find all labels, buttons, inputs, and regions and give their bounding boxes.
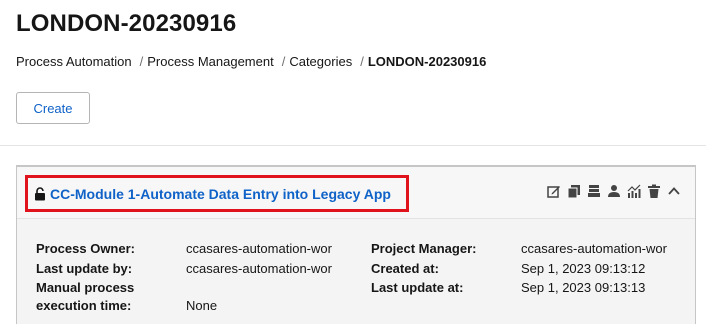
assign-user-icon[interactable] bbox=[606, 183, 621, 198]
field-label-created-at: Created at: bbox=[371, 261, 439, 276]
breadcrumb-separator: / bbox=[281, 54, 286, 69]
field-value-last-update-by: ccasares-automation-wor bbox=[186, 261, 332, 276]
field-value-created-at: Sep 1, 2023 09:13:12 bbox=[521, 261, 646, 276]
process-card-header: CC-Module 1-Automate Data Entry into Leg… bbox=[17, 167, 695, 219]
field-value-project-manager: ccasares-automation-wor bbox=[521, 241, 667, 256]
section-divider bbox=[0, 145, 706, 146]
edit-icon[interactable] bbox=[546, 183, 561, 198]
process-actions bbox=[546, 183, 681, 198]
breadcrumb-item-process-automation[interactable]: Process Automation bbox=[16, 54, 132, 69]
process-details: Process Owner: ccasares-automation-wor L… bbox=[17, 219, 695, 324]
breadcrumb-item-current: LONDON-20230916 bbox=[367, 54, 487, 69]
process-title-highlight: CC-Module 1-Automate Data Entry into Leg… bbox=[25, 175, 409, 212]
breadcrumb-separator: / bbox=[139, 54, 144, 69]
breadcrumb: Process Automation / Process Management … bbox=[16, 54, 486, 69]
breadcrumb-item-process-management[interactable]: Process Management bbox=[147, 54, 273, 69]
field-label-last-update-by: Last update by: bbox=[36, 261, 133, 276]
process-card: CC-Module 1-Automate Data Entry into Leg… bbox=[16, 165, 696, 324]
analytics-icon[interactable] bbox=[626, 183, 641, 198]
delete-icon[interactable] bbox=[646, 183, 661, 198]
field-label-process-owner: Process Owner: bbox=[36, 241, 135, 256]
field-value-execution-time: None bbox=[186, 298, 218, 313]
archive-icon[interactable] bbox=[586, 183, 601, 198]
process-title-link[interactable]: CC-Module 1-Automate Data Entry into Leg… bbox=[50, 186, 391, 202]
copy-icon[interactable] bbox=[566, 183, 581, 198]
collapse-icon[interactable] bbox=[666, 183, 681, 198]
breadcrumb-separator: / bbox=[360, 54, 364, 69]
create-button[interactable]: Create bbox=[16, 92, 90, 124]
field-label-last-update-at: Last update at: bbox=[371, 280, 464, 295]
page-title: LONDON-20230916 bbox=[16, 10, 237, 37]
field-label-execution-time: execution time: bbox=[36, 298, 132, 313]
field-value-last-update-at: Sep 1, 2023 09:13:13 bbox=[521, 280, 646, 295]
field-value-process-owner: ccasares-automation-wor bbox=[186, 241, 332, 256]
field-label-project-manager: Project Manager: bbox=[371, 241, 477, 256]
unlock-icon[interactable] bbox=[34, 186, 46, 201]
field-label-manual-process: Manual process bbox=[36, 280, 135, 295]
breadcrumb-item-categories[interactable]: Categories bbox=[289, 54, 352, 69]
